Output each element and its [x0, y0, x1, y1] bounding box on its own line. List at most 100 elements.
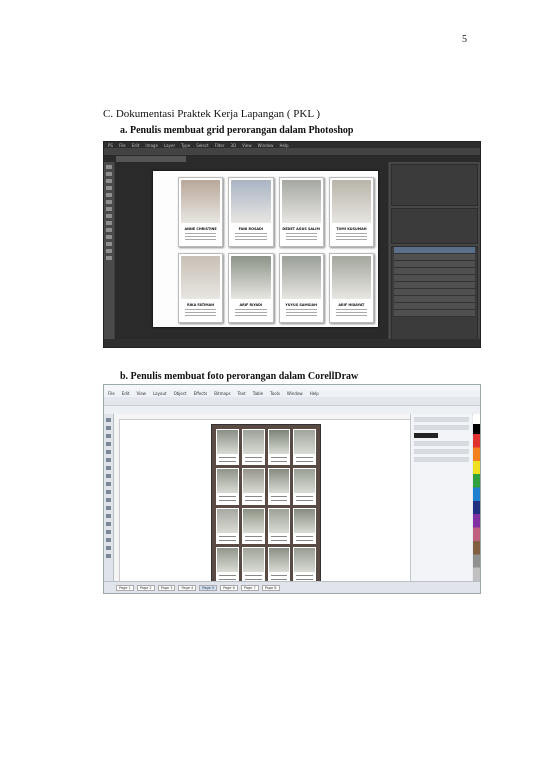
caption-line — [285, 309, 317, 310]
layer-row — [394, 275, 475, 282]
table-tool-icon — [106, 498, 111, 502]
page-tab: Page 4 — [178, 584, 197, 591]
crop-tool-icon — [106, 186, 112, 190]
caption-line — [235, 312, 267, 313]
coreldraw-screenshot: File Edit View Layout Object Effects Bitmaps Te… — [103, 384, 481, 594]
portrait-card: TOMI KUSUMAH — [328, 177, 374, 247]
coreldraw-menu-item: Edit — [121, 391, 130, 396]
caption-line — [296, 539, 313, 541]
portrait-name: ARIF RIYADI — [239, 303, 263, 307]
photo-sheet-photo — [294, 547, 315, 572]
outline-color-swatch — [414, 433, 438, 438]
portrait-photo — [231, 256, 271, 299]
photo-sheet-photo — [294, 430, 315, 454]
caption-line — [185, 312, 217, 313]
photo-sheet-photo — [268, 547, 290, 572]
photo-sheet-photo — [217, 547, 238, 572]
layer-row — [394, 261, 475, 268]
caption-line — [235, 315, 267, 316]
caption-line — [219, 535, 236, 537]
photoshop-menu-item: File — [118, 142, 126, 148]
stamp-tool-icon — [106, 207, 112, 211]
photoshop-status-bar — [104, 339, 480, 347]
caption-line — [296, 574, 313, 576]
caption-line — [335, 309, 367, 310]
caption-line — [244, 496, 262, 498]
photo-sheet-photo — [268, 469, 290, 494]
photo-sheet-card — [216, 507, 239, 544]
caption-line — [235, 239, 267, 240]
photo-sheet-card — [216, 429, 239, 466]
photoshop-panels — [389, 162, 480, 344]
photo-sheet-card — [267, 468, 291, 505]
object-properties-docker — [410, 414, 472, 581]
portrait-photo — [181, 180, 221, 223]
caption-line — [296, 457, 313, 458]
portrait-name: FANI ROSADI — [238, 227, 264, 231]
mesh-fill-icon — [106, 554, 111, 558]
color-panel — [391, 164, 478, 206]
connector-tool-icon — [106, 514, 111, 518]
text-tool-icon — [106, 490, 111, 494]
photoshop-menu-item: Select — [196, 142, 209, 148]
caption-line — [235, 236, 267, 237]
dimension-tool-icon — [106, 506, 111, 510]
layer-row — [394, 247, 475, 254]
shape-tool-icon — [106, 242, 112, 246]
photoshop-menu-item: Type — [181, 142, 191, 148]
caption-line — [296, 535, 313, 537]
photoshop-menu-item: Filter — [214, 142, 225, 148]
caption-line — [285, 233, 317, 234]
photoshop-menu-item: Edit — [131, 142, 140, 148]
caption-line — [270, 535, 288, 537]
photo-sheet-photo — [242, 469, 264, 494]
page-tab: Page 7 — [240, 584, 259, 591]
portrait-name: DEDET AGUS SALIM — [282, 227, 320, 231]
coreldraw-menu-item: File — [108, 391, 115, 396]
caption-line — [285, 236, 317, 237]
photo-sheet-card — [241, 546, 265, 583]
caption-line — [219, 457, 236, 458]
coreldraw-menu-item: Help — [309, 391, 319, 396]
page-tab: Page 2 — [136, 584, 155, 591]
caption-line — [296, 496, 313, 498]
subheading-coreldraw: b. Penulis membuat foto perorangan dalam… — [120, 371, 359, 382]
portrait-card: ANNE CHRISTINE — [178, 177, 224, 247]
docker-row — [414, 425, 469, 430]
pick-tool-icon — [106, 418, 111, 422]
coreldraw-standard-toolbar — [104, 397, 480, 406]
page-tab: Page 1 — [116, 584, 134, 591]
caption-line — [235, 233, 267, 234]
layer-row — [394, 254, 475, 261]
portrait-name: RIKA FATIMAH — [187, 303, 215, 307]
caption-line — [219, 500, 236, 502]
docker-row — [414, 417, 469, 422]
photo-sheet-card — [216, 468, 239, 505]
photo-sheet-card — [293, 429, 316, 466]
photoshop-menu-item: Window — [257, 142, 274, 148]
photo-sheet-photo — [217, 430, 238, 454]
layer-row — [394, 303, 475, 310]
photoshop-menu-item: Image — [145, 142, 158, 148]
photo-sheet-photo — [217, 508, 238, 533]
photoshop-screenshot: PS File Edit Image Layer Type Select Filter 3D Vi… — [103, 141, 481, 348]
photo-sheet-card — [216, 546, 239, 583]
portrait-photo — [281, 256, 321, 299]
portrait-card: YUYUS SAMSIAH — [278, 253, 324, 323]
caption-line — [296, 578, 313, 580]
caption-line — [285, 312, 317, 313]
photoshop-menu-item: 3D — [230, 142, 237, 148]
photo-sheet-card — [293, 546, 316, 583]
page-tab: Page 8 — [261, 584, 280, 591]
type-tool-icon — [106, 235, 112, 239]
lasso-tool-icon — [106, 179, 112, 183]
caption-line — [185, 233, 217, 234]
caption-line — [285, 239, 317, 240]
page-tab: Page 6 — [220, 584, 238, 591]
caption-line — [335, 312, 367, 313]
photoshop-menu-item: Layer — [163, 142, 176, 148]
portrait-grid: ANNE CHRISTINE FANI ROSADI DEDET AGUS SALI… — [178, 177, 374, 323]
caption-line — [270, 496, 288, 498]
caption-line — [335, 236, 367, 237]
coreldraw-menu-item: Object — [173, 391, 187, 396]
